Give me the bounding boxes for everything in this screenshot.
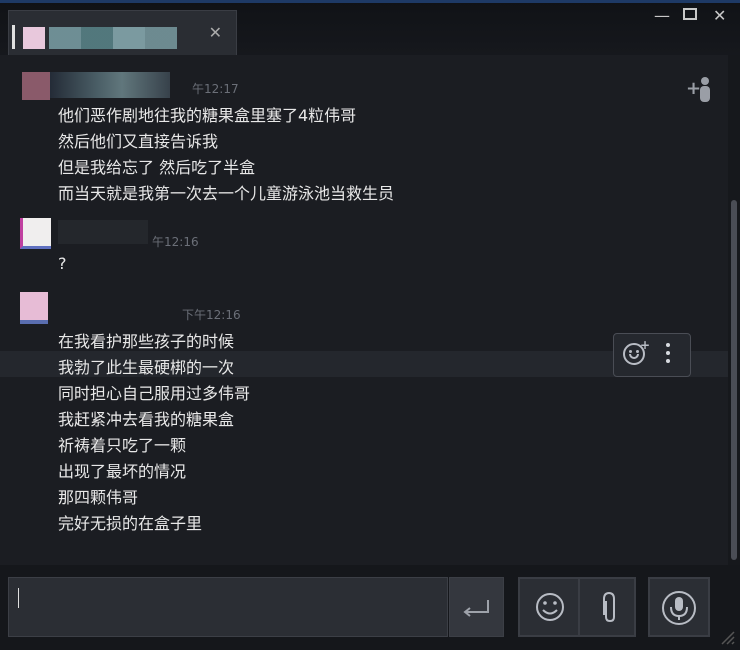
message-line: 而当天就是我第一次去一个儿童游泳池当救生员 [58,184,395,203]
timestamp: 午12:17 [192,82,239,96]
timestamp: 下午12:16 [182,308,241,322]
message-line: 同时担心自己服用过多伟哥 [58,384,251,403]
chat-tab[interactable]: ✕ [8,10,237,56]
send-button[interactable] [449,577,504,637]
message-line: ? [58,254,67,273]
tab-name-blurred [49,27,177,49]
paperclip-icon [603,591,615,623]
close-window-button[interactable]: ✕ [713,6,726,25]
timestamp: 午12:16 [152,235,199,249]
message-line: 他们恶作剧地往我的糖果盒里塞了4粒伟哥 [58,106,357,125]
more-vertical-icon[interactable] [666,343,670,365]
message-line: 完好无损的在盒子里 [58,514,203,533]
message-line: 出现了最坏的情况 [58,462,187,481]
resize-grip-icon[interactable] [718,628,736,646]
tab-close-icon[interactable]: ✕ [209,23,222,42]
sender-name-blurred [50,72,170,98]
attach-button[interactable] [578,579,637,635]
add-user-icon: + [686,77,710,102]
maximize-icon [683,8,697,20]
avatar[interactable] [20,218,51,249]
message-line: 我赶紧冲去看我的糖果盒 [58,410,235,429]
message-line: 但是我给忘了 然后吃了半盒 [58,158,256,177]
message-line: 祈祷着只吃了一颗 [58,436,187,455]
emoji-button[interactable] [520,579,577,635]
enter-icon [463,600,489,617]
message-line: 然后他们又直接告诉我 [58,132,219,151]
emoji-icon [536,593,564,621]
message-line: 我勃了此生最硬梆的一次 [58,358,235,377]
microphone-icon [662,591,696,625]
avatar[interactable] [22,72,50,100]
svg-text:+: + [686,78,701,99]
tab-indicator [12,25,15,49]
message-input[interactable] [8,577,448,637]
title-bar: ✕ — ✕ [0,0,740,56]
sender-name-blurred [58,220,148,244]
scrollbar-thumb[interactable] [731,200,737,560]
tool-group [518,577,636,637]
message-actions: + [613,333,691,377]
avatar[interactable] [20,292,48,324]
accent-line [0,0,740,3]
tab-avatar [23,27,45,49]
voice-button[interactable] [648,577,710,637]
composer [0,565,740,650]
maximize-button[interactable] [683,6,698,25]
message-line: 在我看护那些孩子的时候 [58,332,235,351]
text-caret [18,588,19,608]
plus-icon: + [640,338,651,352]
message-line: 那四颗伟哥 [58,488,139,507]
scrollbar[interactable] [728,55,740,565]
minimize-button[interactable]: — [654,6,670,25]
